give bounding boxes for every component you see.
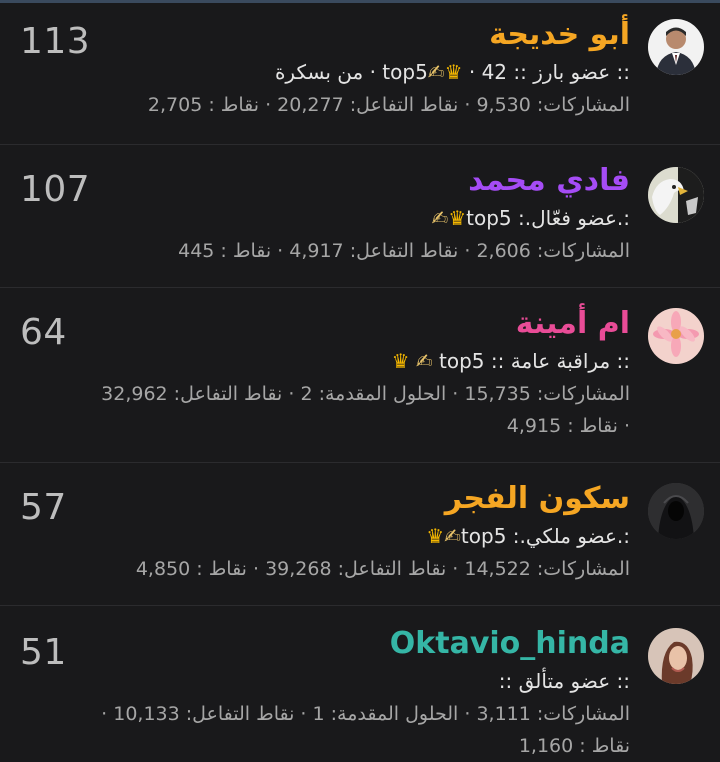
crown-icon: ♛: [426, 524, 445, 548]
woman-portrait-avatar-icon: [648, 628, 704, 684]
member-title-text: :.عضو ملكي.: top5: [460, 524, 630, 548]
member-title-text: :.عضو فعّال.: top5: [466, 206, 630, 230]
member-stats: المشاركات: 14,522 · نقاط التفاعل: 39,268…: [135, 558, 630, 580]
member-title: :: مراقبة عامة :: top5 ✍ ♛: [14, 344, 630, 378]
member-title: :.عضو ملكي.: top5✍♛: [14, 519, 630, 553]
avatar[interactable]: [648, 628, 704, 684]
member-stats-continued: نقاط : 1,160: [518, 735, 630, 757]
member-stats: المشاركات: 3,111 · الحلول المقدمة: 1 · ن…: [101, 703, 630, 725]
member-title-text: :: عضو متألق ::: [498, 669, 630, 693]
crown-icon: ♛: [448, 206, 467, 230]
member-name[interactable]: ام أمينة: [14, 304, 630, 344]
writing-hand-icon: ✍: [444, 524, 461, 548]
list-item[interactable]: 113 أبو خديجة :: عضو بارز :: top5✍♛ · 42…: [0, 3, 720, 145]
crown-icon: ♛: [391, 349, 410, 373]
member-title-text: :: مراقبة عامة :: top5: [439, 349, 630, 373]
member-name[interactable]: أبو خديجة: [14, 15, 630, 55]
list-item[interactable]: 64 ام أمينة :: مراقبة عامة :: top5 ✍ ♛ ا…: [0, 288, 720, 463]
member-title: :: عضو بارز :: top5✍♛ · 42 · من بسكرة: [14, 55, 630, 89]
man-in-suit-avatar-icon: [648, 19, 704, 75]
list-item[interactable]: 51 Oktavio_hinda :: عضو متألق :: المشارك…: [0, 606, 720, 761]
hooded-figure-avatar-icon: [648, 483, 704, 539]
member-stats: المشاركات: 2,606 · نقاط التفاعل: 4,917 ·…: [178, 240, 630, 262]
member-title: :.عضو فعّال.: top5♛✍: [14, 201, 630, 235]
writing-hand-icon: ✍: [431, 206, 449, 230]
avatar[interactable]: [648, 308, 704, 364]
member-title: :: عضو متألق ::: [14, 664, 630, 698]
member-title-text: :: عضو بارز :: top5: [382, 60, 630, 84]
member-name[interactable]: Oktavio_hinda: [14, 624, 630, 664]
member-stats-continued: · نقاط : 4,915: [506, 415, 630, 437]
writing-hand-icon: ✍: [415, 349, 433, 373]
list-item[interactable]: 107 فادي محمد :.عضو فعّال.: top5♛✍ المشا…: [0, 145, 720, 288]
member-name[interactable]: سكون الفجر: [14, 479, 630, 519]
avatar[interactable]: [648, 483, 704, 539]
avatar[interactable]: [648, 19, 704, 75]
eagle-avatar-icon: [648, 167, 704, 223]
member-name[interactable]: فادي محمد: [14, 161, 630, 201]
member-stats: المشاركات: 9,530 · نقاط التفاعل: 20,277 …: [147, 94, 630, 116]
avatar[interactable]: [648, 167, 704, 223]
members-list: 113 أبو خديجة :: عضو بارز :: top5✍♛ · 42…: [0, 3, 720, 761]
crown-icon: ♛: [444, 60, 463, 84]
pink-flower-avatar-icon: [648, 308, 704, 364]
writing-hand-icon: ✍: [427, 60, 445, 84]
member-stats: المشاركات: 15,735 · الحلول المقدمة: 2 · …: [101, 383, 630, 405]
list-item[interactable]: 57 سكون الفجر :.عضو ملكي.: top5✍♛ المشار…: [0, 463, 720, 606]
